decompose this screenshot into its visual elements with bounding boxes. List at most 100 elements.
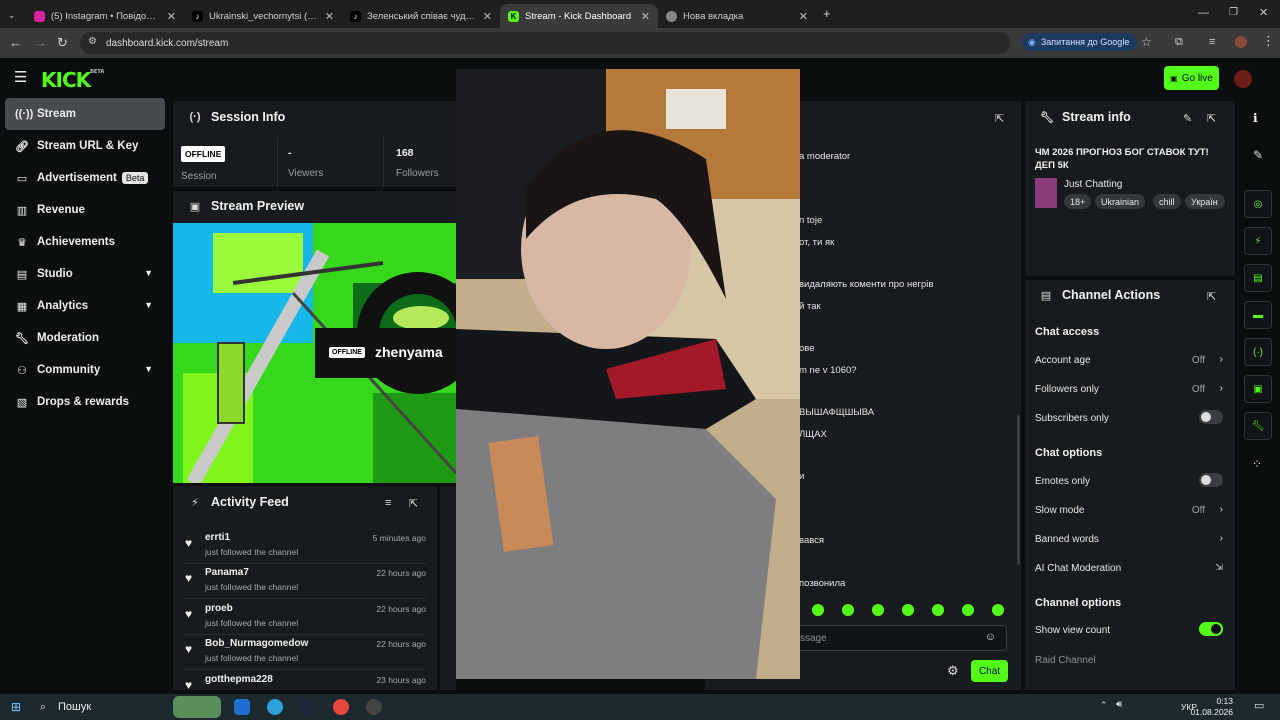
forward-arrow-icon[interactable]: → [34,36,47,50]
emote-icon[interactable] [932,604,944,616]
followers-only-row[interactable]: Followers only Off › [1035,383,1225,395]
popout-icon[interactable]: ⇱ [1207,290,1216,303]
sidebar-item-stream[interactable]: ((·)) Stream [5,98,165,130]
bolt-icon: ⚡︎ [191,496,199,509]
chrome-icon[interactable] [333,699,349,715]
chat-scrollbar[interactable] [1017,415,1020,565]
site-info-icon[interactable]: ⚙ [88,36,97,47]
document-icon: ▤ [1253,272,1263,284]
close-tab-icon[interactable]: ✕ [483,10,492,23]
rail-session-button[interactable]: ◎ [1244,190,1272,218]
subscribers-only-toggle[interactable] [1199,410,1223,424]
emote-icon[interactable] [962,604,974,616]
hamburger-menu-icon[interactable]: ☰ [14,70,27,85]
chrome-menu-icon[interactable]: ⋮ [1262,34,1275,48]
notifications-icon[interactable]: ▭ [1254,699,1264,712]
send-chat-button[interactable]: Chat [971,660,1008,682]
stream-preview-image[interactable]: OFFLINE zhenyama [173,223,456,483]
go-live-button[interactable]: ▣ Go live [1164,66,1219,90]
sidebar-item-achievements[interactable]: ♛ Achievements [5,226,165,258]
show-view-count-row: Show view count [1035,622,1225,636]
emotes-only-row: Emotes only [1035,473,1225,487]
minimize-icon[interactable]: — [1198,6,1209,20]
rail-activity-button[interactable]: ⚡︎ [1244,227,1272,255]
sidebar-item-advertisement[interactable]: ▭ Advertisement Beta [5,162,165,194]
sidebar-item-stream-url-key[interactable]: 🔗︎ Stream URL & Key [5,130,165,162]
close-tab-icon[interactable]: ✕ [167,10,176,23]
banned-words-row[interactable]: Banned words › [1035,533,1225,545]
new-tab-plus-icon[interactable]: + [823,7,831,21]
rail-streaminfo-button[interactable]: 🔧︎ [1244,412,1272,440]
info-icon[interactable]: ℹ [1253,111,1258,125]
emote-icon[interactable] [902,604,914,616]
rail-chat-button[interactable]: ▬ [1244,301,1272,329]
chevron-right-icon: › [1219,504,1223,515]
emote-icon[interactable] [872,604,884,616]
sidebar-item-community[interactable]: ⚇ Community ▼ [5,354,165,386]
chat-input[interactable]: ssage ☺ [787,625,1007,651]
rail-actions-button[interactable]: ▣ [1244,375,1272,403]
close-tab-icon[interactable]: ✕ [799,10,808,23]
taskbar-search-label[interactable]: Пошук [58,701,91,713]
tab-instagram[interactable]: (5) Instagram • Повідомлення ✕ [26,4,184,28]
ask-google-button[interactable]: ◉ Запитання до Google [1022,33,1138,51]
close-tab-icon[interactable]: ✕ [641,10,650,23]
popout-icon[interactable]: ⇱ [995,112,1004,125]
tab-tiktok-2[interactable]: ♪ Зеленський співає чудову пісн ✕ [342,4,500,28]
profile-avatar-icon[interactable] [1235,36,1247,48]
sidebar-item-studio[interactable]: ▤ Studio ▼ [5,258,165,290]
account-age-row[interactable]: Account age Off › [1035,354,1225,366]
sidebar-item-analytics[interactable]: ▦ Analytics ▼ [5,290,165,322]
popout-icon[interactable]: ⇱ [1207,112,1216,125]
sidebar-item-drops-rewards[interactable]: ▧ Drops & rewards [5,386,165,418]
category-name[interactable]: Just Chatting [1064,179,1122,190]
back-arrow-icon[interactable]: ← [9,36,22,50]
emotes-only-toggle[interactable] [1199,473,1223,487]
tab-tiktok-1[interactable]: ♪ Ukrainski_vechornytsi (@ukrain ✕ [184,4,342,28]
popout-icon[interactable]: ⇱ [409,497,418,510]
sidebar-item-revenue[interactable]: ▥ Revenue [5,194,165,226]
search-icon[interactable]: ⌕ [40,701,46,714]
telegram-icon[interactable] [267,699,283,715]
user-avatar[interactable] [1234,70,1252,88]
emote-icon[interactable] [812,604,824,616]
url-field[interactable]: ⚙ dashboard.kick.com/stream [80,32,1010,54]
audio-icon[interactable]: 🔊︎ [1116,699,1122,710]
windows-start-icon[interactable]: ⊞ [11,700,21,714]
reload-icon[interactable]: ↻ [57,36,68,50]
category-thumbnail[interactable] [1035,178,1057,208]
show-view-count-toggle[interactable] [1199,622,1223,636]
tab-new[interactable]: Нова вкладка ✕ [658,4,816,28]
close-tab-icon[interactable]: ✕ [325,10,334,23]
slow-mode-row[interactable]: Slow mode Off › [1035,504,1225,516]
raid-channel-row[interactable]: Raid Channel [1035,655,1225,666]
edit-pencil-icon[interactable]: ✎ [1183,112,1192,125]
extensions-icon[interactable]: ⧉ [1175,35,1183,49]
emoji-icon[interactable]: ☺ [985,631,996,643]
sidebar-item-moderation[interactable]: 🔧︎ Moderation [5,322,165,354]
obs-icon[interactable] [366,699,382,715]
widgets-icon[interactable] [173,696,221,718]
ai-chat-moderation-row[interactable]: AI Chat Moderation ⇲ [1035,562,1225,574]
reading-list-icon[interactable]: ≡ [1209,35,1215,49]
emote-icon[interactable] [842,604,854,616]
emote-icon[interactable] [992,604,1004,616]
tab-list-chevron-icon[interactable]: ⌄ [8,8,16,22]
add-widget-icon[interactable]: ⁘ [1252,457,1262,471]
close-window-icon[interactable]: ✕ [1259,6,1268,20]
tray-chevron-icon[interactable]: ⌃ [1100,700,1108,711]
rail-broadcast-button[interactable]: (·) [1244,338,1272,366]
edge-icon[interactable] [234,699,250,715]
bookmark-star-icon[interactable]: ☆ [1141,35,1152,49]
kick-logo[interactable]: KICKBETA [41,68,104,92]
tab-kick-dashboard[interactable]: K Stream - Kick Dashboard ✕ [500,4,658,28]
rail-notes-button[interactable]: ▤ [1244,264,1272,292]
clock[interactable]: 0:13 01.08.2026 [1190,696,1233,718]
steam-icon[interactable] [300,699,316,715]
filter-icon[interactable]: ≡ [385,497,391,509]
restore-icon[interactable]: ❐ [1229,6,1238,20]
chat-settings-gear-icon[interactable]: ⚙ [947,663,959,679]
webcam-overlay-window[interactable] [456,69,800,679]
studio-icon: ▤ [16,268,28,281]
edit-pencil-icon[interactable]: ✎ [1253,148,1263,162]
